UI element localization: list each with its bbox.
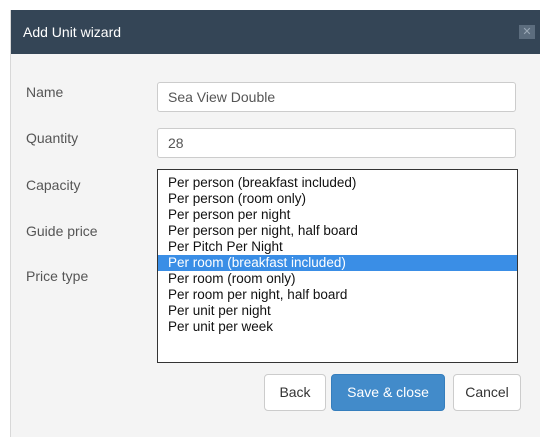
- price-type-option[interactable]: Per Pitch Per Night: [158, 239, 517, 255]
- name-field[interactable]: Sea View Double: [157, 82, 516, 112]
- price-type-option[interactable]: Per unit per week: [158, 319, 517, 335]
- price-type-label: Price type: [26, 268, 89, 284]
- price-type-option[interactable]: Per person per night: [158, 207, 517, 223]
- cancel-button[interactable]: Cancel: [453, 374, 521, 411]
- price-type-option[interactable]: Per unit per night: [158, 303, 517, 319]
- price-type-option[interactable]: Per person (breakfast included): [158, 175, 517, 191]
- quantity-field[interactable]: 28: [157, 128, 516, 158]
- dialog-titlebar: Add Unit wizard ✕: [11, 10, 540, 54]
- quantity-label: Quantity: [26, 130, 79, 146]
- dialog-title: Add Unit wizard: [23, 24, 122, 40]
- price-type-option[interactable]: Per person (room only): [158, 191, 517, 207]
- name-label: Name: [26, 84, 64, 100]
- price-type-dropdown-list[interactable]: Per person (breakfast included) Per perso…: [157, 169, 518, 363]
- guide-price-label: Guide price: [26, 223, 98, 239]
- price-type-option[interactable]: Per room (breakfast included): [158, 255, 517, 271]
- capacity-label: Capacity: [26, 177, 81, 193]
- price-type-option[interactable]: Per room (room only): [158, 271, 517, 287]
- back-button[interactable]: Back: [264, 374, 326, 411]
- price-type-option[interactable]: Per room per night, half board: [158, 287, 517, 303]
- save-close-button[interactable]: Save & close: [331, 374, 445, 411]
- close-icon[interactable]: ✕: [519, 25, 535, 39]
- price-type-option[interactable]: Per person per night, half board: [158, 223, 517, 239]
